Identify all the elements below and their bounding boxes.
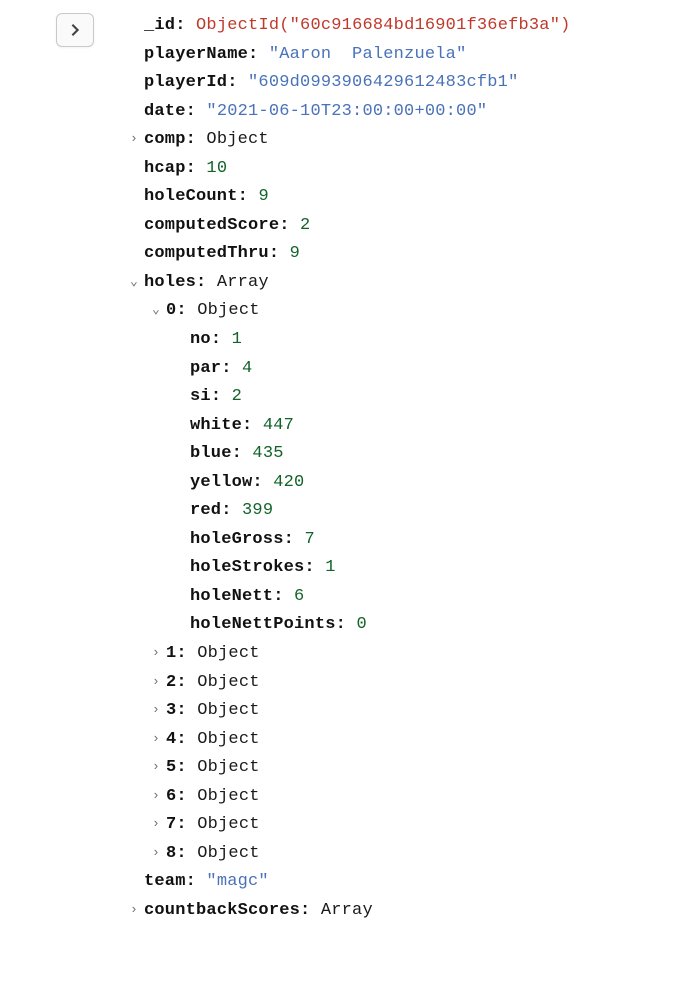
field-holes-0-par[interactable]: par: 4 xyxy=(130,355,571,384)
field-holes-0-holeGross[interactable]: holeGross: 7 xyxy=(130,526,571,555)
chevron-right-icon[interactable]: › xyxy=(152,785,166,807)
field-holes-6[interactable]: ›6: Object xyxy=(130,783,571,812)
chevron-right-icon[interactable]: › xyxy=(152,671,166,693)
document-tree: _id: ObjectId("60c916684bd16901f36efb3a"… xyxy=(130,12,571,926)
field-holes-5[interactable]: ›5: Object xyxy=(130,754,571,783)
chevron-right-icon[interactable]: › xyxy=(130,128,144,150)
chevron-right-icon[interactable]: › xyxy=(130,899,144,921)
field-holes-0-blue[interactable]: blue: 435 xyxy=(130,440,571,469)
field-holes-3[interactable]: ›3: Object xyxy=(130,697,571,726)
field-holes-0-red[interactable]: red: 399 xyxy=(130,497,571,526)
expand-document-button[interactable] xyxy=(56,13,94,47)
field-holes-2[interactable]: ›2: Object xyxy=(130,669,571,698)
field-holeCount[interactable]: holeCount: 9 xyxy=(130,183,571,212)
field-holes-0-holeNettPoints[interactable]: holeNettPoints: 0 xyxy=(130,611,571,640)
field-holes-0-si[interactable]: si: 2 xyxy=(130,383,571,412)
field-team[interactable]: team: "magc" xyxy=(130,868,571,897)
chevron-right-icon[interactable]: › xyxy=(152,756,166,778)
chevron-right-icon[interactable]: › xyxy=(152,842,166,864)
document-tree-container: _id: ObjectId("60c916684bd16901f36efb3a"… xyxy=(0,0,690,934)
field-holes-0-white[interactable]: white: 447 xyxy=(130,412,571,441)
chevron-right-icon[interactable]: › xyxy=(152,642,166,664)
field-holes-0[interactable]: ⌄0: Object xyxy=(130,297,571,326)
field-holes-8[interactable]: ›8: Object xyxy=(130,840,571,869)
field-comp[interactable]: ›comp: Object xyxy=(130,126,571,155)
chevron-down-icon[interactable]: ⌄ xyxy=(152,299,166,321)
field-holes-7[interactable]: ›7: Object xyxy=(130,811,571,840)
field-hcap[interactable]: hcap: 10 xyxy=(130,155,571,184)
field-id[interactable]: _id: ObjectId("60c916684bd16901f36efb3a"… xyxy=(130,12,571,41)
field-holes-0-yellow[interactable]: yellow: 420 xyxy=(130,469,571,498)
field-holes-4[interactable]: ›4: Object xyxy=(130,726,571,755)
field-holes-1[interactable]: ›1: Object xyxy=(130,640,571,669)
field-holes-0-no[interactable]: no: 1 xyxy=(130,326,571,355)
chevron-right-icon[interactable]: › xyxy=(152,728,166,750)
field-date[interactable]: date: "2021-06-10T23:00:00+00:00" xyxy=(130,98,571,127)
field-computedScore[interactable]: computedScore: 2 xyxy=(130,212,571,241)
field-holes-0-holeNett[interactable]: holeNett: 6 xyxy=(130,583,571,612)
field-computedThru[interactable]: computedThru: 9 xyxy=(130,240,571,269)
chevron-right-icon[interactable]: › xyxy=(152,813,166,835)
chevron-down-icon[interactable]: ⌄ xyxy=(130,271,144,293)
chevron-right-icon xyxy=(68,23,82,37)
chevron-right-icon[interactable]: › xyxy=(152,699,166,721)
field-countbackScores[interactable]: ›countbackScores: Array xyxy=(130,897,571,926)
field-playerName[interactable]: playerName: "Aaron Palenzuela" xyxy=(130,41,571,70)
field-playerId[interactable]: playerId: "609d0993906429612483cfb1" xyxy=(130,69,571,98)
field-holes-0-holeStrokes[interactable]: holeStrokes: 1 xyxy=(130,554,571,583)
field-holes[interactable]: ⌄holes: Array xyxy=(130,269,571,298)
